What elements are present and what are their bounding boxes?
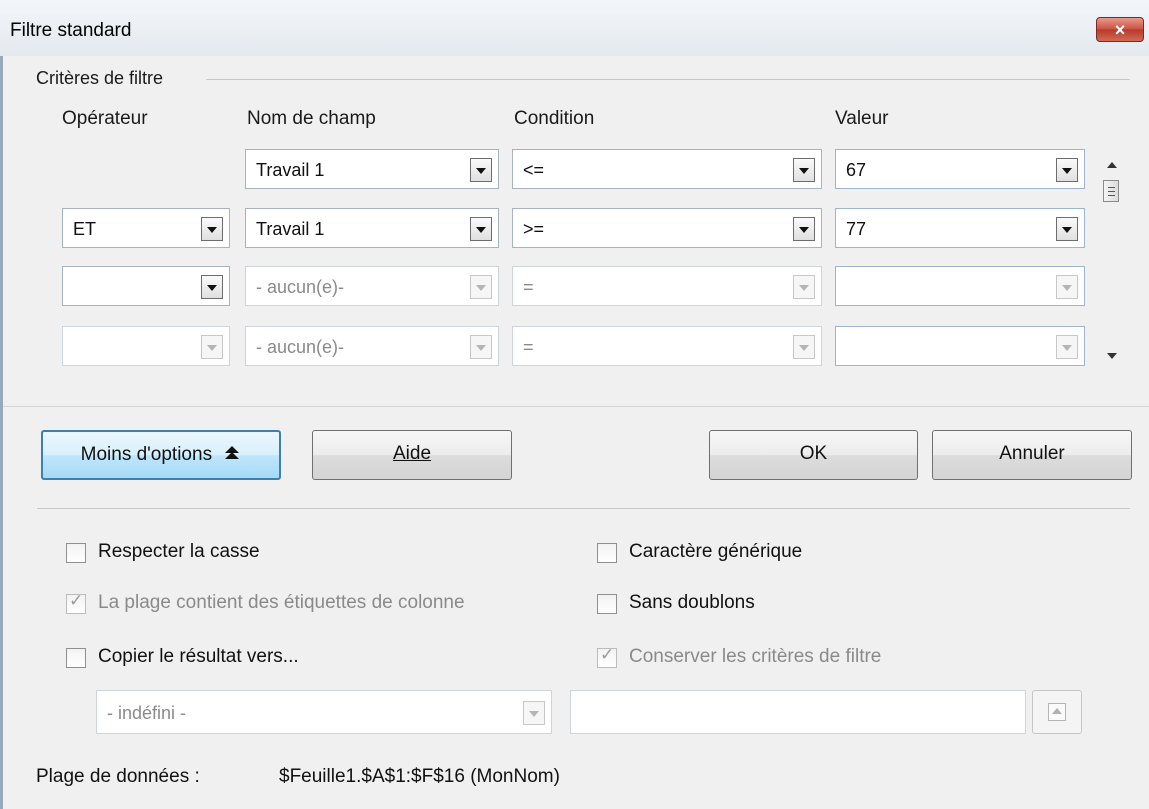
shrink-icon: [1048, 703, 1066, 721]
criteria-separator: [3, 406, 1149, 407]
field-name-header: Nom de champ: [247, 108, 376, 129]
chevron-down-icon: [201, 335, 223, 359]
field-value: - aucun(e)-: [256, 277, 345, 297]
field-select-row-4: - aucun(e)-: [245, 326, 499, 366]
less-options-label: Moins d'options: [80, 444, 213, 465]
field-value: Travail 1: [256, 160, 325, 180]
data-range-value: $Feuille1.$A$1:$F$16 (MonNom): [279, 766, 560, 787]
keep-criteria-checkbox: ✓: [597, 645, 617, 668]
standard-filter-dialog: Filtre standard × Critères de filtre Opé…: [0, 0, 1149, 809]
scroll-up-icon[interactable]: [1107, 162, 1117, 168]
copy-results-label[interactable]: Copier le résultat vers...: [98, 646, 299, 668]
criteria-scrollbar[interactable]: [1100, 148, 1124, 368]
chevron-down-icon: [1056, 275, 1078, 299]
operator-select-row-4: [62, 326, 230, 366]
chevron-down-icon[interactable]: [1056, 217, 1078, 241]
field-select-row-1[interactable]: Travail 1: [245, 149, 499, 189]
close-button[interactable]: ×: [1096, 17, 1144, 42]
double-chevron-up-icon: [225, 446, 240, 459]
chevron-down-icon: [470, 335, 492, 359]
ok-button[interactable]: OK: [709, 430, 918, 480]
less-options-button[interactable]: Moins d'options: [41, 430, 281, 480]
shrink-range-button: [1032, 690, 1082, 734]
dialog-body: Critères de filtre Opérateur Nom de cham…: [3, 56, 1149, 809]
condition-header: Condition: [514, 108, 595, 129]
chevron-down-icon[interactable]: [201, 217, 223, 241]
value-text: 77: [846, 219, 867, 239]
no-duplicates-checkbox[interactable]: [597, 594, 617, 614]
condition-select-row-3: =: [512, 266, 822, 306]
chevron-down-icon[interactable]: [470, 217, 492, 241]
condition-select-row-4: =: [512, 326, 822, 366]
operator-select-row-3[interactable]: [62, 266, 230, 306]
condition-select-row-2[interactable]: >=: [512, 208, 822, 248]
value-text: 67: [846, 160, 867, 180]
chevron-down-icon[interactable]: [793, 158, 815, 182]
copy-results-checkbox[interactable]: [66, 648, 86, 668]
wildcard-label[interactable]: Caractère générique: [629, 541, 802, 563]
value-header: Valeur: [835, 108, 889, 129]
copy-target-input: [570, 690, 1026, 734]
case-sensitive-label[interactable]: Respecter la casse: [98, 541, 260, 563]
field-value: - aucun(e)-: [256, 337, 345, 357]
value-combo-row-4: [835, 326, 1085, 366]
ok-label: OK: [799, 443, 828, 464]
cancel-label: Annuler: [999, 443, 1065, 464]
value-combo-row-2[interactable]: 77: [835, 208, 1085, 248]
chevron-down-icon[interactable]: [470, 158, 492, 182]
value-combo-row-3: [835, 266, 1085, 306]
data-range-label: Plage de données :: [36, 766, 200, 787]
close-icon: ×: [1114, 20, 1126, 40]
condition-value: =: [523, 337, 534, 357]
options-separator: [37, 508, 1130, 509]
condition-select-row-1[interactable]: <=: [512, 149, 822, 189]
field-select-row-2[interactable]: Travail 1: [245, 208, 499, 248]
chevron-down-icon: [793, 275, 815, 299]
no-duplicates-label[interactable]: Sans doublons: [629, 592, 755, 614]
title-bar: Filtre standard ×: [0, 0, 1149, 56]
chevron-down-icon: [523, 701, 545, 725]
chevron-down-icon: [793, 335, 815, 359]
operator-select-row-2[interactable]: ET: [62, 208, 230, 248]
condition-value: <=: [523, 160, 545, 180]
scroll-thumb[interactable]: [1103, 180, 1119, 202]
field-select-row-3: - aucun(e)-: [245, 266, 499, 306]
help-label: Aide: [392, 443, 432, 464]
value-combo-row-1[interactable]: 67: [835, 149, 1085, 189]
header-labels-label: La plage contient des étiquettes de colo…: [98, 592, 465, 613]
criteria-section-divider: [206, 79, 1130, 80]
dialog-title: Filtre standard: [10, 20, 132, 41]
chevron-down-icon: [1056, 335, 1078, 359]
cancel-button[interactable]: Annuler: [932, 430, 1132, 480]
keep-criteria-label: Conserver les critères de filtre: [629, 646, 882, 667]
case-sensitive-checkbox[interactable]: [66, 543, 86, 563]
field-value: Travail 1: [256, 219, 325, 239]
header-labels-checkbox: ✓: [66, 591, 86, 614]
help-button[interactable]: Aide: [312, 430, 512, 480]
condition-value: =: [523, 277, 534, 297]
chevron-down-icon[interactable]: [201, 275, 223, 299]
chevron-down-icon[interactable]: [793, 217, 815, 241]
checkmark-icon: ✓: [69, 591, 84, 610]
wildcard-checkbox[interactable]: [597, 543, 617, 563]
operator-value: ET: [73, 219, 97, 239]
operator-header: Opérateur: [62, 108, 148, 129]
scroll-down-icon[interactable]: [1107, 353, 1117, 359]
chevron-down-icon[interactable]: [1056, 158, 1078, 182]
copy-target-select: - indéfini -: [96, 690, 552, 734]
condition-value: >=: [523, 219, 545, 239]
criteria-section-title: Critères de filtre: [36, 68, 164, 88]
checkmark-icon: ✓: [600, 645, 615, 664]
chevron-down-icon: [470, 275, 492, 299]
copy-target-select-value: - indéfini -: [107, 703, 187, 723]
